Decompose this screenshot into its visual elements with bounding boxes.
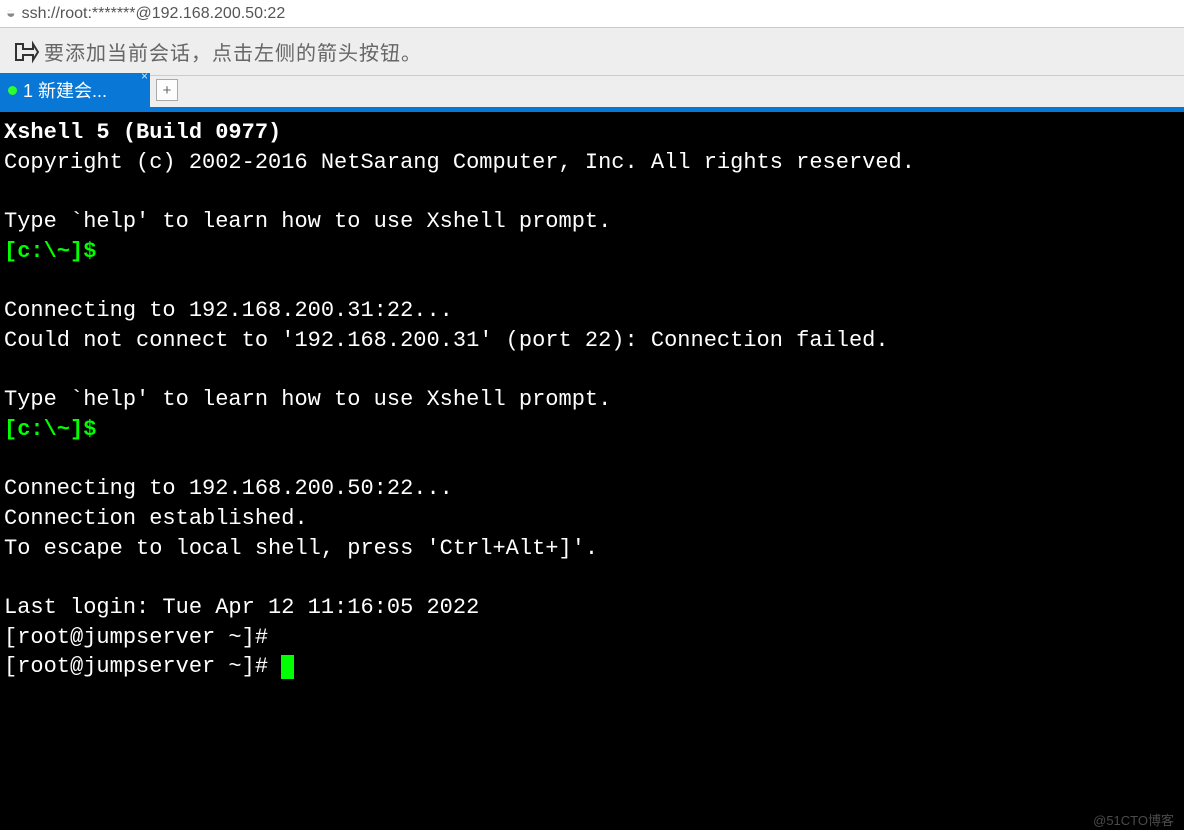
address-url: ssh://root:*******@192.168.200.50:22 bbox=[22, 5, 286, 23]
tab-strip: 1 新建会... × + bbox=[0, 76, 1184, 112]
add-session-arrow-button[interactable] bbox=[8, 36, 44, 68]
terminal-prompt-2: [c:\~]$ bbox=[4, 417, 96, 442]
terminal-prompt-1: [c:\~]$ bbox=[4, 239, 96, 264]
cursor-icon bbox=[281, 655, 294, 679]
arrow-right-icon bbox=[13, 40, 39, 64]
terminal-copyright: Copyright (c) 2002-2016 NetSarang Comput… bbox=[4, 150, 915, 175]
status-dot-icon bbox=[8, 86, 17, 95]
hint-text: 要添加当前会话，点击左侧的箭头按钮。 bbox=[44, 37, 422, 66]
add-tab-button[interactable]: + bbox=[156, 79, 178, 101]
terminal-escape: To escape to local shell, press 'Ctrl+Al… bbox=[4, 536, 598, 561]
terminal-connecting-2: Connecting to 192.168.200.50:22... bbox=[4, 476, 453, 501]
tab-label: 1 新建会... bbox=[23, 77, 107, 103]
terminal-established: Connection established. bbox=[4, 506, 308, 531]
terminal-last-login: Last login: Tue Apr 12 11:16:05 2022 bbox=[4, 595, 479, 620]
watermark: @51CTO博客 bbox=[1093, 810, 1174, 829]
terminal-fail: Could not connect to '192.168.200.31' (p… bbox=[4, 328, 889, 353]
close-icon[interactable]: × bbox=[141, 69, 148, 83]
terminal-help-2: Type `help' to learn how to use Xshell p… bbox=[4, 387, 611, 412]
plus-icon: + bbox=[163, 82, 172, 99]
session-icon: ◒ bbox=[6, 5, 16, 23]
terminal-shell-prompt-2: [root@jumpserver ~]# bbox=[4, 654, 268, 679]
terminal-output[interactable]: Xshell 5 (Build 0977) Copyright (c) 2002… bbox=[0, 112, 1184, 830]
hint-bar: 要添加当前会话，点击左侧的箭头按钮。 bbox=[0, 28, 1184, 76]
terminal-banner: Xshell 5 (Build 0977) bbox=[4, 120, 281, 145]
tab-active-session[interactable]: 1 新建会... × bbox=[0, 73, 150, 107]
terminal-shell-prompt-1: [root@jumpserver ~]# bbox=[4, 625, 268, 650]
terminal-connecting-1: Connecting to 192.168.200.31:22... bbox=[4, 298, 453, 323]
terminal-help-1: Type `help' to learn how to use Xshell p… bbox=[4, 209, 611, 234]
address-bar[interactable]: ◒ ssh://root:*******@192.168.200.50:22 bbox=[0, 0, 1184, 28]
